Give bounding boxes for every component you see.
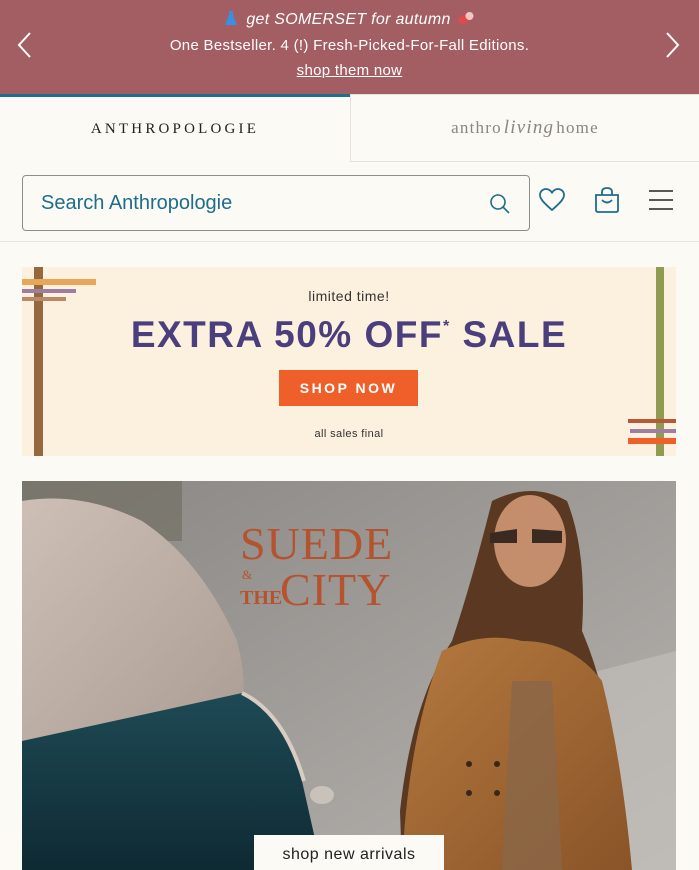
brand-tabs: ANTHROPOLOGIE anthro living home	[0, 94, 699, 162]
sale-banner[interactable]: limited time! EXTRA 50% OFF* SALE SHOP N…	[22, 267, 676, 456]
brush-stroke-decoration	[22, 279, 96, 285]
chevron-right-icon[interactable]	[661, 30, 683, 60]
promo-headline: get SOMERSET for autumn	[0, 10, 699, 29]
promo-subline: One Bestseller. 4 (!) Fresh-Picked-For-F…	[169, 37, 530, 54]
dress-emoji-icon	[225, 11, 238, 25]
sale-headline-text: EXTRA 50% OFF	[130, 314, 443, 355]
hero-title-line2: CITY	[280, 564, 392, 615]
hero-title-the: THE	[240, 587, 283, 609]
sale-headline-end: SALE	[462, 314, 568, 355]
anthroliving-logo-right: home	[556, 118, 599, 137]
heart-icon[interactable]	[538, 187, 566, 213]
tab-anthroliving[interactable]: anthro living home	[350, 94, 699, 162]
sale-headline: EXTRA 50% OFF* SALE	[22, 314, 676, 356]
hero-title-amp: &	[242, 567, 253, 582]
anthroliving-logo-script: living	[503, 117, 555, 138]
sale-kicker: limited time!	[308, 288, 390, 304]
brush-stroke-decoration	[628, 419, 676, 423]
anthroliving-logo-left: anthro	[451, 118, 502, 137]
shop-new-arrivals-button[interactable]: shop new arrivals	[254, 835, 444, 870]
pill-emoji-icon	[458, 12, 474, 24]
search-input[interactable]	[41, 176, 471, 230]
search-icon[interactable]	[489, 193, 511, 215]
header-bar	[0, 162, 699, 242]
shop-now-button[interactable]: SHOP NOW	[279, 370, 418, 406]
tab-anthropologie[interactable]: ANTHROPOLOGIE	[0, 94, 350, 162]
promo-link[interactable]: shop them now	[0, 62, 699, 79]
search-box	[22, 175, 530, 231]
promo-headline-text: get SOMERSET for autumn	[246, 11, 451, 28]
shopping-bag-icon[interactable]	[593, 186, 621, 214]
sale-footnote: all sales final	[314, 428, 384, 440]
hamburger-menu-icon[interactable]	[647, 187, 675, 213]
hero-banner[interactable]: SUEDE & THE CITY shop new arrivals	[22, 481, 676, 870]
anthroliving-logo: anthro living home	[451, 117, 599, 139]
sale-asterisk: *	[442, 318, 451, 335]
promo-banner: get SOMERSET for autumn One Bestseller. …	[0, 0, 699, 94]
anthropologie-logo: ANTHROPOLOGIE	[90, 121, 260, 137]
